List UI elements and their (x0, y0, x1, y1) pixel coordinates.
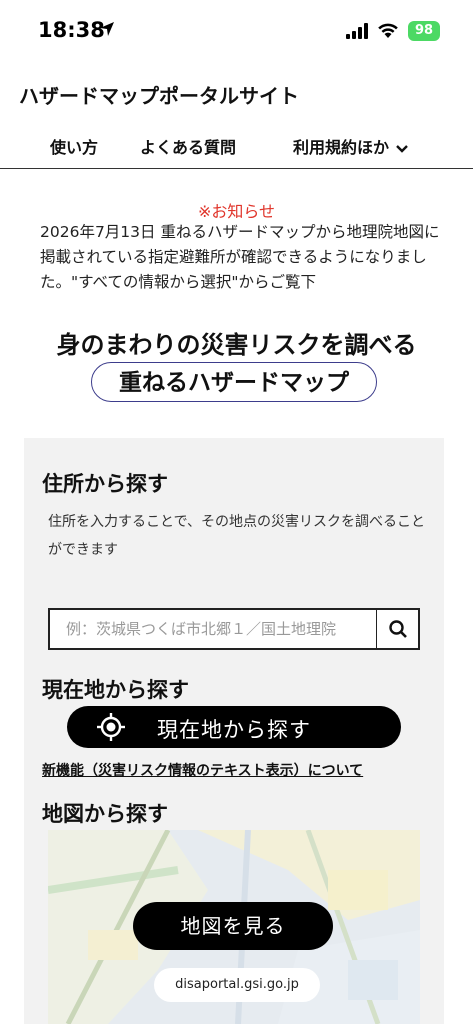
current-location-title: 現在地から探す (42, 678, 189, 702)
address-search-description: 住所を入力することで、その地点の災害リスクを調べることができます (48, 514, 426, 558)
address-search-input[interactable] (50, 610, 376, 648)
search-button[interactable] (376, 610, 418, 648)
battery-icon: 98 (408, 21, 440, 41)
address-search-title: 住所から探す (42, 472, 168, 496)
nav-item-usage[interactable]: 使い方 (50, 134, 98, 158)
map-url-badge: disaportal.gsi.go.jp (154, 968, 320, 1002)
site-title[interactable]: ハザードマップポータルサイト (19, 80, 299, 109)
address-search-box (48, 608, 420, 650)
chevron-down-icon (396, 144, 408, 153)
page-heading: 身のまわりの災害リスクを調べる (56, 331, 417, 359)
nav-bar: 使い方 よくある質問 利用規約ほか (0, 124, 473, 169)
wifi-icon (378, 23, 398, 38)
search-icon (388, 620, 407, 638)
current-location-button[interactable]: 現在地から探す (67, 706, 401, 748)
view-map-button[interactable]: 地図を見る (133, 902, 333, 950)
status-time: 18:38 (38, 18, 105, 42)
map-search-title: 地図から探す (42, 802, 168, 826)
nav-item-terms[interactable]: 利用規約ほか (293, 134, 409, 158)
current-location-button-label: 現在地から探す (157, 718, 311, 742)
status-bar: 18:38 98 (0, 0, 473, 62)
battery-level: 98 (414, 23, 434, 38)
crosshair-icon (97, 713, 125, 741)
map-preview[interactable]: 地図を見る disaportal.gsi.go.jp (48, 830, 420, 1024)
new-feature-link[interactable]: 新機能（災害リスク情報のテキスト表示）について (42, 760, 363, 780)
notice-title: ※お知らせ (197, 202, 276, 221)
notice-body: 2026年7月13日 重ねるハザードマップから地理院地図に掲載されている指定避難… (40, 223, 440, 291)
search-panel: 住所から探す 住所を入力することで、その地点の災害リスクを調べることができます … (24, 438, 444, 1024)
nav-item-faq[interactable]: よくある質問 (140, 134, 236, 158)
cellular-signal-icon (346, 23, 368, 39)
hazard-map-title: 重ねるハザードマップ (91, 362, 377, 402)
location-arrow-icon (100, 22, 114, 36)
nav-item-terms-label: 利用規約ほか (293, 138, 390, 157)
